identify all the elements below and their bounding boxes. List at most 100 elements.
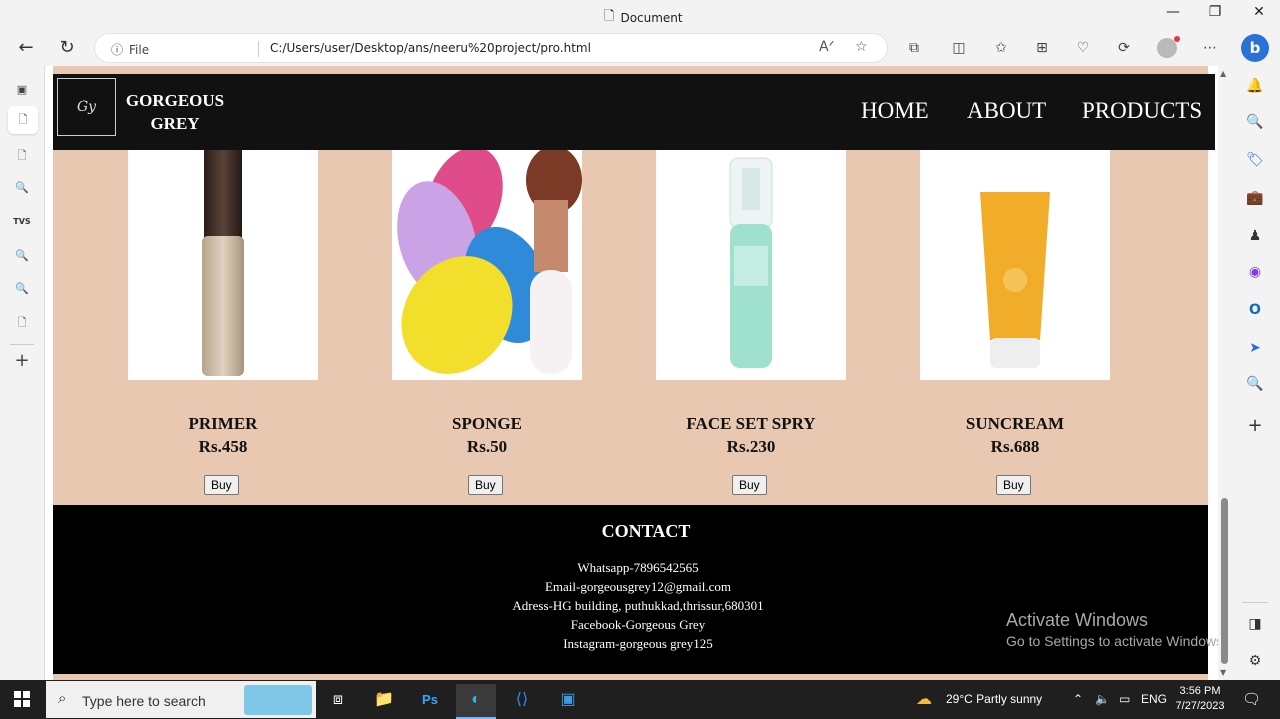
new-tab-plus-icon[interactable]: + (12, 351, 32, 371)
sponge-brush-image (397, 150, 582, 374)
window-title: 🗋 Document (604, 7, 683, 29)
task-view-icon[interactable]: ⧈ (318, 684, 358, 719)
buy-button[interactable]: Buy (732, 475, 767, 495)
weather-text[interactable]: 29°C Partly sunny (946, 692, 1042, 706)
search-icon[interactable]: 🔍 (1245, 374, 1265, 394)
split-screen-icon[interactable]: ◫ (948, 40, 970, 56)
product-image (392, 150, 582, 380)
file-explorer-icon[interactable]: 📁 (364, 684, 404, 719)
search-icon[interactable]: 🔍 (1245, 112, 1265, 132)
maximize-button[interactable]: ❐ (1200, 4, 1230, 20)
windows-start-icon[interactable] (14, 691, 30, 707)
buy-button[interactable]: Buy (996, 475, 1031, 495)
page-scrollbar[interactable]: ▲ ▼ (1218, 66, 1230, 680)
product-card: SUNCREAM Rs.688 Buy (920, 150, 1110, 495)
search-icon: ⌕ (58, 690, 67, 707)
favorites-icon[interactable]: ✩ (990, 40, 1012, 56)
product-card: SPONGE Rs.50 Buy (392, 150, 582, 495)
close-button[interactable]: ✕ (1244, 4, 1274, 20)
tab-actions-icon[interactable]: ▣ (12, 80, 32, 100)
divider (1242, 602, 1268, 603)
brand-line-2: GREY (150, 114, 200, 133)
back-arrow-icon[interactable]: ← (12, 36, 40, 60)
nav-home[interactable]: HOME (861, 98, 929, 124)
volume-icon[interactable]: 🔈 (1095, 692, 1110, 706)
notification-bell-icon[interactable]: 🔔 (1245, 76, 1265, 96)
extensions-icon[interactable]: ⧉ (903, 40, 925, 56)
address-bar[interactable]: ⓘ File C:/Users/user/Desktop/ans/neeru%2… (94, 33, 888, 63)
vscode-icon[interactable]: ⟨⟩ (502, 684, 542, 719)
favorite-star-icon[interactable]: ☆ (855, 39, 868, 55)
nav-about[interactable]: ABOUT (967, 98, 1046, 124)
minimize-button[interactable]: — (1158, 4, 1188, 20)
contact-email: Email-gorgeousgrey12@gmail.com (544, 579, 732, 594)
refresh-icon[interactable]: ↻ (53, 36, 81, 60)
add-sidebar-app-icon[interactable]: + (1245, 416, 1265, 436)
edge-drop-icon[interactable]: ⟳ (1113, 40, 1135, 56)
tab-page-icon[interactable]: 🗋 (12, 313, 32, 333)
buy-button[interactable]: Buy (204, 475, 239, 495)
photos-icon[interactable]: ▣ (548, 684, 588, 719)
send-icon[interactable]: ➤ (1245, 338, 1265, 358)
tab-site-icon[interactable]: TVS (12, 212, 32, 232)
buy-button[interactable]: Buy (468, 475, 503, 495)
settings-gear-icon[interactable]: ⚙ (1245, 651, 1265, 671)
scrollbar-thumb[interactable] (1221, 498, 1228, 664)
weather-icon[interactable]: ☁ (916, 689, 932, 709)
site-logo[interactable]: Gy (57, 78, 116, 136)
battery-icon[interactable]: ▭ (1119, 692, 1130, 706)
web-content: PRIMER Rs.458 Buy SPONGE Rs.50 Buy FACE … (44, 66, 1230, 680)
active-tab-page-icon[interactable]: 🗋 (8, 106, 38, 134)
file-label: File (129, 42, 150, 57)
outlook-icon[interactable]: O (1245, 300, 1265, 320)
vertical-tabs-sidebar: ▣ 🗋 🗋 🔍 TVS 🔍 🔍 🗋 + (0, 66, 44, 680)
address-separator (258, 41, 259, 57)
taskbar-clock[interactable]: 3:56 PM 7/27/2023 (1164, 684, 1236, 714)
browser-toolbar: ← ↻ ⓘ File C:/Users/user/Desktop/ans/nee… (0, 30, 1280, 66)
site-info[interactable]: ⓘ File (111, 41, 149, 58)
product-name: SUNCREAM (965, 414, 1065, 433)
watermark-line-2: Go to Settings to activate Windows. (1006, 633, 1227, 649)
window-titlebar: 🗋 Document — ❐ ✕ (0, 0, 1280, 30)
microsoft365-icon[interactable]: ◉ (1245, 262, 1265, 282)
games-icon[interactable]: ♟ (1245, 226, 1265, 246)
product-image (128, 150, 318, 380)
shopping-tag-icon[interactable]: 🏷 (1245, 150, 1265, 170)
page-background: PRIMER Rs.458 Buy SPONGE Rs.50 Buy FACE … (53, 66, 1215, 680)
photoshop-icon[interactable]: Ps (410, 684, 450, 719)
window-title-text: Document (620, 11, 683, 25)
chevron-up-icon[interactable]: ⌃ (1073, 692, 1083, 706)
browser-essentials-icon[interactable]: ♡ (1072, 40, 1094, 56)
more-options-icon[interactable]: ⋯ (1199, 40, 1221, 56)
product-price: Rs.230 (726, 437, 776, 456)
contact-whatsapp: Whatsapp-7896542565 (577, 560, 699, 575)
tab-search-icon[interactable]: 🔍 (12, 279, 32, 299)
read-aloud-icon[interactable]: Aᐟ (819, 39, 835, 55)
primer-bottle-image (202, 150, 244, 376)
info-icon: ⓘ (111, 43, 124, 57)
suncream-tube-image (980, 192, 1050, 368)
tab-page-icon[interactable]: 🗋 (12, 146, 32, 166)
tab-search-icon[interactable]: 🔍 (12, 178, 32, 198)
scroll-up-arrow-icon[interactable]: ▲ (1220, 69, 1226, 78)
contact-heading: CONTACT (601, 521, 691, 541)
collections-icon[interactable]: ⊞ (1031, 40, 1053, 56)
watermark-line-1: Activate Windows (1006, 610, 1149, 630)
tools-briefcase-icon[interactable]: 💼 (1245, 188, 1265, 208)
windows-taskbar: ⌕ Type here to search ⧈ 📁 Ps ◐ ⟨⟩ ▣ ☁ 29… (0, 680, 1280, 719)
taskbar-search-box[interactable]: ⌕ Type here to search (46, 681, 316, 718)
tab-search-icon[interactable]: 🔍 (12, 246, 32, 266)
logo-monogram: Gy (76, 99, 97, 115)
product-price: Rs.458 (198, 437, 248, 456)
product-card: PRIMER Rs.458 Buy (128, 150, 318, 495)
bing-chat-icon[interactable]: b (1241, 34, 1269, 62)
brand-line-1: GORGEOUS (125, 91, 225, 110)
url-text[interactable]: C:/Users/user/Desktop/ans/neeru%20projec… (270, 41, 591, 55)
site-navbar: Gy GORGEOUS GREY HOME ABOUT PRODUCTS (53, 74, 1215, 150)
profile-avatar[interactable] (1157, 36, 1180, 58)
edge-browser-icon[interactable]: ◐ (456, 684, 496, 719)
scroll-down-arrow-icon[interactable]: ▼ (1220, 668, 1226, 677)
nav-products[interactable]: PRODUCTS (1082, 98, 1202, 124)
notifications-icon[interactable]: 🗨 (1242, 690, 1261, 708)
hide-sidebar-icon[interactable]: ◨ (1245, 614, 1265, 634)
